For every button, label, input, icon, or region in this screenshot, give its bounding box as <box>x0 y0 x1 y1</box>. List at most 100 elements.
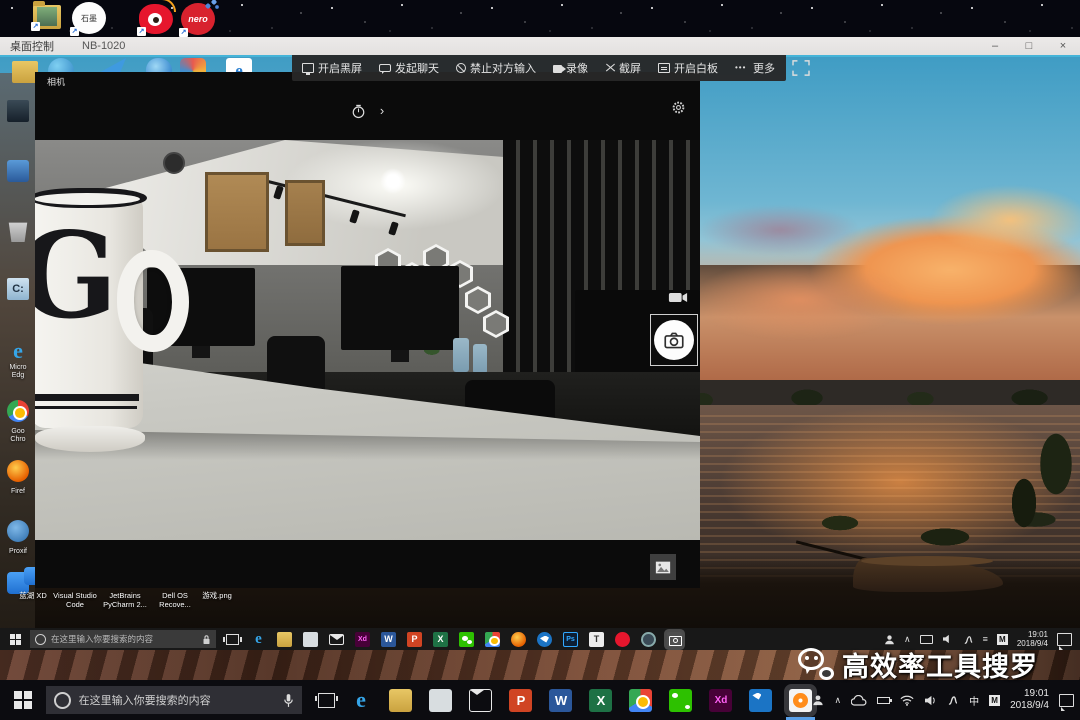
taskbar-sunflower-remote-active[interactable] <box>786 688 816 720</box>
search-placeholder: 在这里输入你要搜索的内容 <box>78 695 211 707</box>
desktop-icon-blue-app[interactable] <box>2 160 34 188</box>
ime-language-indicator[interactable]: 中 <box>969 693 979 708</box>
block-remote-input-button[interactable]: 禁止对方输入 <box>456 60 536 76</box>
canister <box>453 338 469 372</box>
taskbar-firefox[interactable] <box>511 631 526 647</box>
action-center-icon[interactable] <box>1059 693 1074 711</box>
toolbar-item-icon <box>456 63 466 73</box>
local-desktop-icon-nero[interactable]: nero ↗ <box>179 0 219 37</box>
device-name: NB-1020 <box>82 40 126 52</box>
people-icon[interactable] <box>812 694 824 706</box>
desktop-icon-proxifier[interactable]: Proxif <box>2 520 34 556</box>
local-desktop-icon-shimo[interactable]: 石墨 ↗ <box>70 2 106 36</box>
ime-badge[interactable]: M <box>989 694 1001 706</box>
taskbar-typora[interactable]: T <box>589 631 604 647</box>
taskbar-weibo[interactable] <box>615 631 630 647</box>
chevron-right-icon[interactable]: › <box>380 104 384 117</box>
timer-icon[interactable] <box>351 104 366 119</box>
watermark: 高效率工具搜罗 <box>798 642 1080 686</box>
remote-start-button[interactable] <box>0 628 30 650</box>
tray-expand-icon[interactable]: ∧ <box>834 695 841 706</box>
taskbar-adobe-xd[interactable]: Xd <box>355 631 370 647</box>
more-button[interactable]: 更多 <box>735 60 775 76</box>
taskbar-photoshop[interactable]: Ps <box>563 631 578 647</box>
local-clock[interactable]: 19:01 2018/9/4 <box>1010 688 1049 712</box>
screenshot-root: ↗ 石墨 ↗ ↗ nero ↗ 桌面控制 NB-1020 – □ × e C: … <box>0 0 1080 720</box>
local-start-button[interactable] <box>0 680 46 720</box>
canister <box>473 344 487 374</box>
remote-window-titlebar[interactable]: 桌面控制 NB-1020 – □ × <box>0 37 1080 55</box>
taskbar-thunderbird[interactable] <box>537 631 552 647</box>
camera-viewfinder: G <box>35 140 700 540</box>
fullscreen-button[interactable] <box>792 60 810 76</box>
taskbar-edge[interactable]: e <box>349 687 372 712</box>
task-view-button[interactable] <box>223 633 242 645</box>
volume-icon[interactable] <box>924 695 937 706</box>
desktop-icon-c-drive[interactable]: C: <box>2 278 34 301</box>
shutter-frame <box>650 314 698 366</box>
taskbar-mail[interactable] <box>469 688 493 712</box>
microphone-icon[interactable] <box>283 693 294 708</box>
wallpaper-grass <box>1000 425 1080 555</box>
toolbar-item-icon <box>553 64 566 73</box>
task-view-button[interactable] <box>314 692 339 708</box>
taskbar-mail[interactable] <box>329 633 344 645</box>
taskbar-word[interactable]: W <box>549 688 573 712</box>
taskbar-powerpoint[interactable]: P <box>407 631 422 647</box>
settings-gear-icon[interactable] <box>671 100 686 115</box>
battery-icon[interactable] <box>877 696 893 704</box>
screenshot-button[interactable]: 截屏 <box>605 60 641 76</box>
taskbar-excel[interactable]: X <box>433 631 448 647</box>
desktop-icon-this-pc[interactable] <box>2 100 34 128</box>
taskbar-settings-circle[interactable] <box>641 631 656 647</box>
taskbar-camera-active[interactable] <box>667 631 682 647</box>
cortana-icon <box>35 633 46 645</box>
office-monitor <box>341 266 459 362</box>
switch-to-video-icon[interactable] <box>668 292 688 303</box>
taskbar-file-explorer[interactable] <box>389 688 413 712</box>
local-desktop-icon-folder[interactable]: ↗ <box>31 1 61 31</box>
wall-clock <box>163 152 185 174</box>
local-search-box[interactable]: 在这里输入你要搜索的内容 <box>45 686 302 714</box>
record-button[interactable]: 录像 <box>553 60 588 76</box>
cloud <box>930 185 1080 255</box>
active-app-indicator <box>786 716 816 720</box>
remote-control-toolbar: 开启黑屏 发起聊天 禁止对方输入 录像 截屏 开启白板 更多 <box>292 55 810 81</box>
taskbar-excel[interactable]: X <box>589 688 613 712</box>
taskbar-word[interactable]: W <box>381 631 396 647</box>
taskbar-chrome[interactable] <box>485 631 500 647</box>
taskbar-wechat[interactable] <box>669 688 693 712</box>
remote-taskbar-icons: e Xd W P X Ps T <box>251 631 682 647</box>
desktop-icon-google-chrome[interactable]: Goo Chro <box>2 400 34 444</box>
remote-search-box[interactable]: 在这里输入你要搜索的内容 <box>30 630 216 648</box>
toolbar-item-icon <box>735 63 749 73</box>
taskbar-powerpoint[interactable]: P <box>509 688 533 712</box>
desktop-icon-recycle-bin[interactable] <box>2 220 34 248</box>
camera-topbar: › <box>35 94 700 128</box>
whiteboard-button[interactable]: 开启白板 <box>658 60 718 76</box>
black-screen-button[interactable]: 开启黑屏 <box>302 60 362 76</box>
taskbar-store[interactable] <box>429 688 453 712</box>
cortana-icon <box>53 691 71 709</box>
local-desktop-icon-weibo[interactable]: ↗ <box>137 0 176 36</box>
minimize-button[interactable]: – <box>978 37 1012 55</box>
taskbar-wechat[interactable] <box>459 631 474 647</box>
desktop-icon-microsoft-edge[interactable]: e Micro Edg <box>2 340 34 380</box>
open-gallery-button[interactable] <box>650 554 676 580</box>
maximize-button[interactable]: □ <box>1012 37 1046 55</box>
taskbar-adobe-xd[interactable]: Xd <box>709 688 733 712</box>
take-photo-button[interactable] <box>654 320 694 360</box>
close-button[interactable]: × <box>1046 37 1080 55</box>
shortcut-arrow-icon: ↗ <box>137 27 146 36</box>
wifi-icon[interactable] <box>900 695 914 706</box>
pen-link-icon[interactable] <box>947 694 959 706</box>
taskbar-file-explorer[interactable] <box>277 631 292 647</box>
watermark-text: 高效率工具搜罗 <box>842 651 1038 682</box>
taskbar-edge[interactable]: e <box>251 631 266 647</box>
desktop-icon-firefox[interactable]: Firef <box>2 460 34 496</box>
taskbar-store[interactable] <box>303 631 318 647</box>
taskbar-chrome[interactable] <box>629 688 653 712</box>
taskbar-thunderbird[interactable] <box>749 688 773 712</box>
start-chat-button[interactable]: 发起聊天 <box>379 60 439 76</box>
onedrive-cloud-icon[interactable] <box>851 694 867 706</box>
